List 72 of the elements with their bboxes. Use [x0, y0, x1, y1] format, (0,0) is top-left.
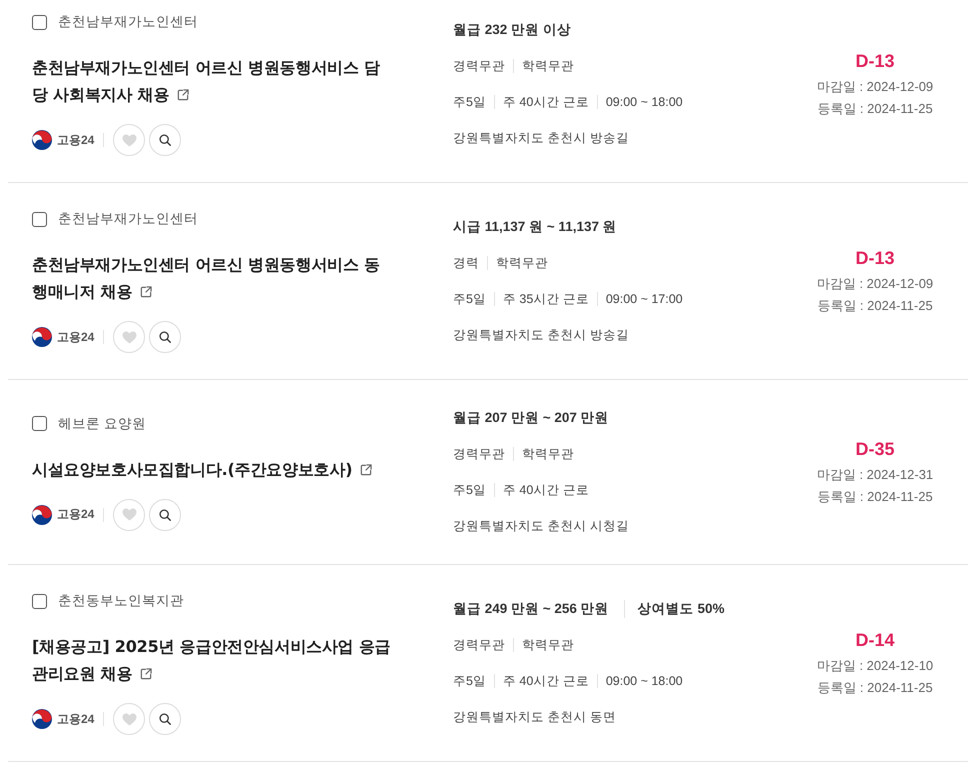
- source-label: 고용24: [57, 506, 94, 523]
- deadline-date: 마감일 : 2024-12-09: [816, 275, 934, 293]
- company-name: 헤브론 요양원: [58, 414, 146, 432]
- checkbox[interactable]: [32, 212, 47, 226]
- source-label: 고용24: [57, 132, 94, 148]
- d-day-label: D-13: [855, 247, 894, 270]
- salary-text: 월급 249 만원 ~ 256 만원: [453, 600, 609, 618]
- location-text: 강원특별자치도 춘천시 시청길: [453, 518, 629, 534]
- schedule-text: 09:00 ~ 18:00: [606, 95, 683, 109]
- deadline-date: 마감일 : 2024-12-09: [816, 78, 934, 96]
- source-label: 고용24: [57, 328, 94, 346]
- posted-date: 등록일 : 2024-11-25: [817, 488, 933, 506]
- checkbox[interactable]: [32, 14, 47, 30]
- search-button[interactable]: [149, 321, 182, 353]
- external-link-icon: [360, 464, 372, 476]
- checkbox[interactable]: [32, 594, 47, 608]
- company-name: 춘천남부재가노인센터: [58, 210, 198, 228]
- salary-text: 상여별도 50%: [638, 600, 724, 618]
- posted-date: 등록일 : 2024-11-25: [817, 100, 933, 118]
- requirement-text: 학력무관: [522, 446, 574, 462]
- posted-date: 등록일 : 2024-11-25: [817, 297, 933, 315]
- d-day-label: D-14: [855, 629, 894, 652]
- schedule-text: 주 40시간 근로: [502, 672, 589, 690]
- external-link-icon: [140, 286, 152, 298]
- requirement-text: 경력: [453, 254, 479, 272]
- d-day-label: D-35: [855, 438, 894, 461]
- d-day-label: D-13: [855, 50, 894, 73]
- requirement-text: 경력무관: [453, 446, 505, 462]
- job-title-link[interactable]: 춘천남부재가노인센터 어르신 병원동행서비스 동행매니저 채용: [32, 251, 392, 305]
- swirl-logo-icon: [32, 504, 52, 524]
- swirl-logo-icon: [32, 130, 52, 150]
- schedule-text: 09:00 ~ 17:00: [606, 292, 683, 306]
- search-button[interactable]: [149, 124, 182, 156]
- job-title-link[interactable]: 시설요양보호사모집합니다.(주간요양보호사): [32, 456, 392, 482]
- search-button[interactable]: [149, 703, 182, 735]
- company-name: 춘천동부노인복지관: [58, 592, 184, 610]
- search-icon: [159, 331, 172, 343]
- company-name: 춘천남부재가노인센터: [58, 13, 198, 31]
- location-text: 강원특별자치도 춘천시 방송길: [453, 130, 629, 146]
- salary-text: 월급 232 만원 이상: [453, 21, 571, 39]
- checkbox[interactable]: [32, 416, 47, 431]
- schedule-text: 주 40시간 근로: [502, 482, 589, 498]
- schedule-text: 주 40시간 근로: [502, 94, 589, 110]
- requirement-text: 경력무관: [453, 636, 505, 654]
- search-icon: [159, 508, 172, 520]
- search-icon: [159, 134, 172, 146]
- schedule-text: 주5일: [453, 482, 486, 498]
- job-title-link[interactable]: [채용공고] 2025년 응급안전안심서비스사업 응급관리요원 채용: [32, 633, 392, 687]
- posted-date: 등록일 : 2024-11-25: [817, 679, 933, 697]
- schedule-text: 주5일: [453, 672, 486, 690]
- deadline-date: 마감일 : 2024-12-10: [816, 657, 934, 675]
- salary-text: 월급 207 만원 ~ 207 만원: [453, 409, 609, 427]
- schedule-text: 주5일: [453, 94, 486, 110]
- search-button[interactable]: [149, 498, 182, 530]
- schedule-text: 주 35시간 근로: [502, 290, 589, 308]
- deadline-date: 마감일 : 2024-12-31: [816, 466, 934, 484]
- swirl-logo-icon: [32, 327, 52, 347]
- swirl-logo-icon: [32, 709, 52, 729]
- salary-text: 시급 11,137 원 ~ 11,137 원: [453, 218, 617, 236]
- job-title-link[interactable]: 춘천남부재가노인센터 어르신 병원동행서비스 담당 사회복지사 채용: [32, 54, 392, 108]
- schedule-text: 09:00 ~ 18:00: [606, 674, 683, 688]
- requirement-text: 학력무관: [522, 636, 574, 654]
- search-icon: [159, 713, 172, 725]
- external-link-icon: [177, 89, 190, 101]
- schedule-text: 주5일: [453, 290, 486, 308]
- location-text: 강원특별자치도 춘천시 방송길: [453, 326, 629, 344]
- location-text: 강원특별자치도 춘천시 동면: [453, 708, 616, 726]
- requirement-text: 경력무관: [453, 58, 505, 74]
- external-link-icon: [140, 668, 152, 680]
- requirement-text: 학력무관: [522, 58, 574, 74]
- source-label: 고용24: [57, 710, 94, 728]
- requirement-text: 학력무관: [496, 254, 548, 272]
